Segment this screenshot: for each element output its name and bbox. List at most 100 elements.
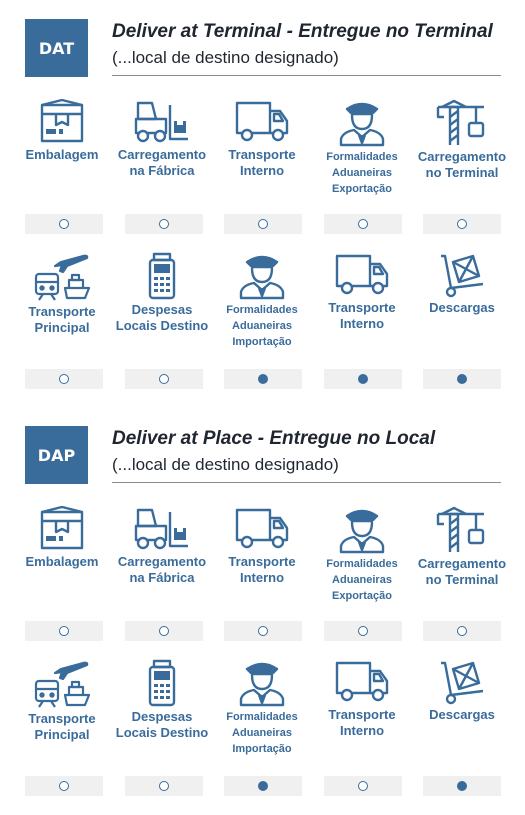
truck-icon [212,99,312,145]
step-label: Carregamento na Fábrica [117,147,207,178]
empty-dot-icon [59,219,69,229]
forklift-icon [112,99,212,145]
step-label: Embalagem [25,147,99,162]
empty-dot-icon [258,626,268,636]
step-label: Despesas Locais Destino [115,709,209,740]
term-title: Deliver at Place - Entregue no Local [112,428,436,449]
empty-dot-icon [358,781,368,791]
term-badge: DAT [25,19,88,77]
step-indicator [125,621,203,641]
step-indicator [125,369,203,389]
step-main-transport: Transporte Principal [12,252,112,336]
empty-dot-icon [59,626,69,636]
empty-dot-icon [457,626,467,636]
step-label: Transporte Principal [28,304,96,335]
step-indicator [224,776,302,796]
customs-officer-icon [312,506,412,554]
step-label: Carregamento no Terminal [417,556,507,587]
step-indicator [423,776,501,796]
step-package: Embalagem [12,99,112,163]
step-indicator [125,214,203,234]
section-dat: DAT Deliver at Terminal - Entregue no Ter… [0,0,525,400]
step-label: Transporte Interno [328,707,396,738]
term-badge: DAP [25,426,88,484]
pos-terminal-icon [112,659,212,707]
step-customs-officer: Formalidades Aduaneiras Exportação [312,99,412,197]
empty-dot-icon [59,781,69,791]
hand-truck-icon [412,252,512,298]
empty-dot-icon [59,374,69,384]
step-indicator [224,621,302,641]
step-label: Embalagem [25,554,99,569]
step-indicator [25,214,103,234]
step-customs-officer: Formalidades Aduaneiras Importação [212,252,312,350]
step-indicator [324,776,402,796]
step-truck: Transporte Interno [312,659,412,739]
step-label: Formalidades Aduaneiras Importação [226,711,298,755]
filled-dot-icon [258,781,268,791]
truck-icon [212,506,312,552]
step-truck: Transporte Interno [212,99,312,179]
step-indicator [25,776,103,796]
step-indicator [125,776,203,796]
package-icon [12,506,112,552]
section-dap: DAP Deliver at Place - Entregue no Local (… [0,407,525,807]
term-subtitle: (...local de destino designado) [112,455,339,474]
step-pos-terminal: Despesas Locais Destino [112,659,212,741]
main-transport-icon [12,252,112,302]
step-label: Formalidades Aduaneiras Exportação [326,151,398,195]
term-subtitle: (...local de destino designado) [112,48,339,67]
step-indicator [324,214,402,234]
crane-icon [412,506,512,554]
empty-dot-icon [159,626,169,636]
step-indicator [423,214,501,234]
step-label: Transporte Principal [28,711,96,742]
step-label: Carregamento no Terminal [417,149,507,180]
step-indicator [423,621,501,641]
empty-dot-icon [258,219,268,229]
step-indicator [324,369,402,389]
step-crane: Carregamento no Terminal [412,506,512,588]
step-package: Embalagem [12,506,112,570]
step-indicator [224,214,302,234]
step-truck: Transporte Interno [212,506,312,586]
step-label: Transporte Interno [228,147,296,178]
hand-truck-icon [412,659,512,705]
step-indicator [224,369,302,389]
step-hand-truck: Descargas [412,659,512,723]
step-label: Transporte Interno [328,300,396,331]
pos-terminal-icon [112,252,212,300]
step-indicator [25,369,103,389]
step-indicator [423,369,501,389]
truck-icon [312,252,412,298]
step-pos-terminal: Despesas Locais Destino [112,252,212,334]
term-title: Deliver at Terminal - Entregue no Termin… [112,21,493,42]
customs-officer-icon [212,252,312,300]
step-indicator [25,621,103,641]
main-transport-icon [12,659,112,709]
step-label: Despesas Locais Destino [115,302,209,333]
empty-dot-icon [159,374,169,384]
empty-dot-icon [159,219,169,229]
customs-officer-icon [312,99,412,147]
step-label: Formalidades Aduaneiras Importação [226,304,298,348]
divider [112,482,501,483]
filled-dot-icon [457,374,467,384]
filled-dot-icon [457,781,467,791]
empty-dot-icon [358,219,368,229]
filled-dot-icon [258,374,268,384]
step-truck: Transporte Interno [312,252,412,332]
step-indicator [324,621,402,641]
divider [112,75,501,76]
step-label: Carregamento na Fábrica [117,554,207,585]
filled-dot-icon [358,374,368,384]
step-label: Formalidades Aduaneiras Exportação [326,558,398,602]
step-label: Descargas [429,707,495,722]
crane-icon [412,99,512,147]
truck-icon [312,659,412,705]
customs-officer-icon [212,659,312,707]
empty-dot-icon [358,626,368,636]
empty-dot-icon [159,781,169,791]
empty-dot-icon [457,219,467,229]
step-hand-truck: Descargas [412,252,512,316]
